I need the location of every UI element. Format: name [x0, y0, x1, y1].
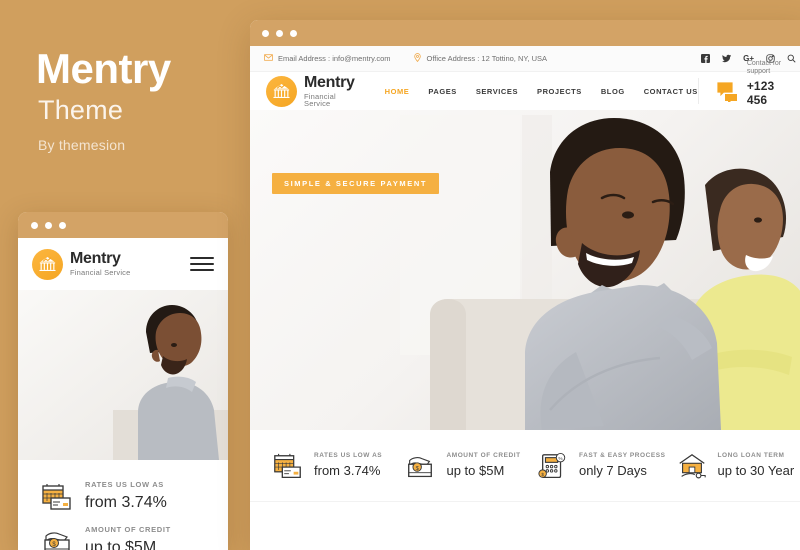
topbar-email[interactable]: Email Address : info@mentry.com: [264, 53, 391, 64]
hero-section: SIMPLE & SECURE PAYMENT: [250, 110, 800, 430]
list-item: RATES US LOW AS from 3.74%: [262, 452, 394, 480]
mobile-logo-tagline: Financial Service: [70, 268, 131, 278]
hero-badge: SIMPLE & SECURE PAYMENT: [272, 173, 440, 194]
stat-label: RATES US LOW AS: [85, 480, 164, 489]
nav-item-home[interactable]: HOME: [385, 87, 410, 96]
window-dot-close[interactable]: [31, 221, 38, 229]
bank-chart-icon: [266, 75, 297, 107]
stat-value: from 3.74%: [85, 493, 167, 511]
list-item: RATES US LOW AS from 3.74%: [18, 474, 228, 519]
facebook-icon[interactable]: [701, 54, 711, 63]
support-block[interactable]: Contact for support +123 456 7890: [697, 60, 800, 122]
nav-item-contact-us[interactable]: CONTACT US: [644, 87, 698, 96]
hamburger-menu-icon[interactable]: [190, 257, 214, 271]
stat-label: AMOUNT OF CREDIT: [446, 452, 521, 460]
mobile-logo-name: Mentry: [70, 250, 121, 268]
stat-value: from 3.74%: [314, 462, 381, 478]
desktop-footer-area: [250, 502, 800, 531]
mobile-stats-list: RATES US LOW AS from 3.74% $ AMOUNT OF C…: [18, 460, 228, 550]
window-dot-close[interactable]: [262, 29, 269, 37]
window-dot-maximize[interactable]: [290, 29, 297, 37]
envelope-icon: [264, 53, 273, 64]
desktop-logo-tagline: Financial Service: [304, 91, 336, 108]
mobile-hero-photo: [18, 290, 228, 460]
desktop-logo[interactable]: Mentry Financial Service: [266, 73, 355, 108]
stat-text: FAST & EASY PROCESS only 7 Days: [579, 452, 666, 478]
hamburger-line: [190, 269, 214, 271]
calendar-card-icon: [40, 482, 74, 512]
chat-bubble-icon: [715, 81, 739, 104]
svg-text:$: $: [541, 471, 544, 476]
bank-chart-icon: [32, 248, 63, 280]
stat-label: FAST & EASY PROCESS: [578, 452, 666, 460]
stat-value: up to $5M: [85, 538, 157, 550]
stat-text: LONG LOAN TERM up to 30 Year: [718, 452, 795, 478]
stat-value: up to $5M: [446, 462, 505, 478]
money-stack-icon: $: [404, 452, 436, 480]
topbar-office[interactable]: Office Address : 12 Tottino, NY, USA: [413, 53, 547, 64]
topbar-office-text: Office Address : 12 Tottino, NY, USA: [426, 54, 547, 63]
stat-label: RATES US LOW AS: [314, 452, 383, 460]
stat-label: AMOUNT OF CREDIT: [85, 525, 171, 535]
hero-photo: [250, 110, 800, 430]
mobile-titlebar: [18, 212, 228, 238]
nav-item-services[interactable]: SERVICES: [476, 87, 518, 96]
nav-item-projects[interactable]: PROJECTS: [537, 87, 582, 96]
list-item: $ AMOUNT OF CREDIT up to $5M: [394, 452, 526, 480]
desktop-titlebar: [250, 20, 800, 46]
mobile-logo[interactable]: Mentry Financial Service: [32, 248, 131, 280]
stat-text: AMOUNT OF CREDIT up to $5M: [85, 525, 171, 550]
calendar-card-icon: [272, 452, 304, 480]
mobile-hero: s ial: [18, 290, 228, 460]
twitter-icon[interactable]: [722, 54, 732, 63]
desktop-logo-text: Mentry Financial Service: [304, 73, 355, 108]
stat-text: RATES US LOW AS from 3.74%: [314, 452, 382, 478]
window-dot-minimize[interactable]: [45, 221, 52, 229]
calculator-percent-icon: % $: [537, 452, 569, 480]
stat-label: LONG LOAN TERM: [717, 452, 785, 460]
svg-text:%: %: [558, 455, 562, 460]
list-item: % $ FAST & EASY PROCESS only 7 Days: [527, 452, 666, 480]
brand-title: Mentry: [36, 45, 171, 92]
desktop-mockup: Email Address : info@mentry.com Office A…: [250, 20, 800, 550]
list-item: LONG LOAN TERM up to 30 Year: [666, 452, 798, 480]
site-topbar: Email Address : info@mentry.com Office A…: [250, 46, 800, 72]
stat-value: up to 30 Year: [717, 462, 795, 478]
house-key-icon: [676, 452, 708, 480]
list-item: $ AMOUNT OF CREDIT up to $5M: [18, 519, 228, 550]
brand-author: By themesion: [38, 137, 126, 153]
location-pin-icon: [413, 53, 422, 64]
brand-subtitle: Theme: [38, 95, 124, 125]
site-navbar: Mentry Financial Service HOME PAGES SERV…: [250, 60, 800, 122]
nav-item-pages[interactable]: PAGES: [428, 87, 456, 96]
window-dot-minimize[interactable]: [276, 29, 283, 37]
desktop-logo-name: Mentry: [304, 73, 355, 91]
hamburger-line: [190, 263, 214, 265]
mobile-header: Mentry Financial Service: [18, 238, 228, 290]
money-stack-icon: $: [40, 527, 74, 550]
mobile-logo-text: Mentry Financial Service: [70, 251, 131, 277]
mobile-mockup: Mentry Financial Service s ial: [18, 212, 228, 550]
stat-text: RATES US LOW AS from 3.74%: [85, 480, 167, 512]
stat-value: only 7 Days: [578, 462, 647, 478]
stat-text: AMOUNT OF CREDIT up to $5M: [446, 452, 520, 478]
nav-item-blog[interactable]: BLOG: [601, 87, 625, 96]
desktop-stats-row: RATES US LOW AS from 3.74% $ AMOUNT OF C…: [250, 430, 800, 502]
topbar-email-text: Email Address : info@mentry.com: [278, 54, 391, 63]
hamburger-line: [190, 257, 214, 259]
window-dot-maximize[interactable]: [59, 221, 66, 229]
nav-menu: HOME PAGES SERVICES PROJECTS BLOG CONTAC…: [385, 87, 698, 96]
support-label: Contact for support: [746, 60, 782, 76]
